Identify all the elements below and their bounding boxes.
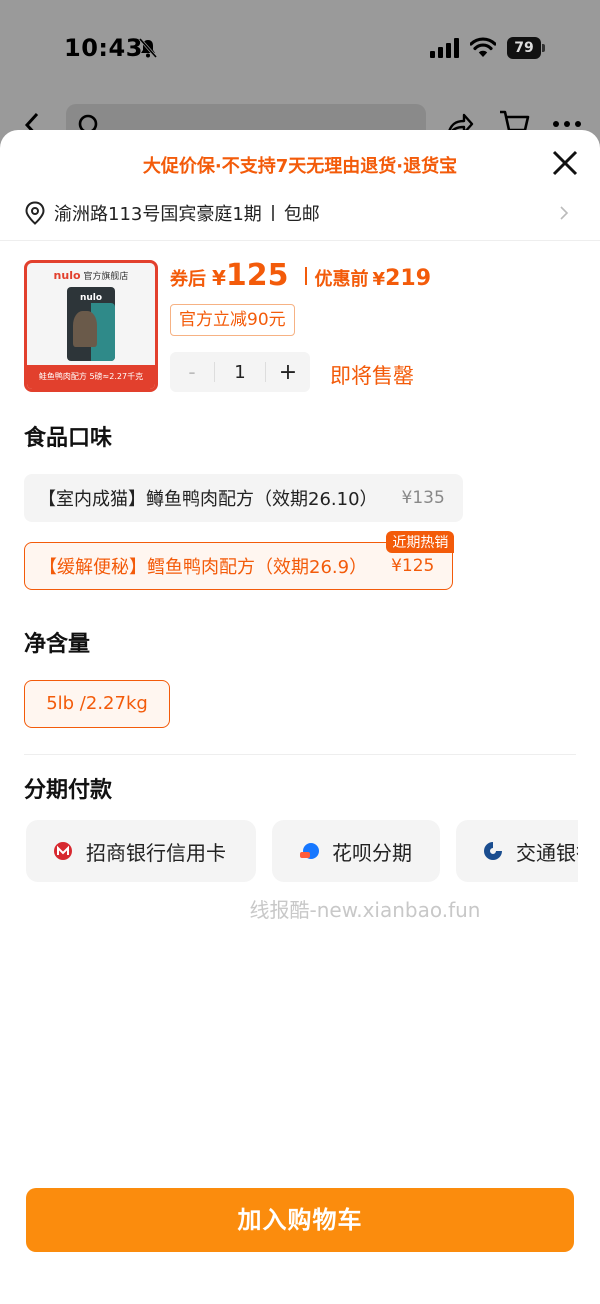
address-separator — [271, 205, 274, 221]
bell-muted-icon — [138, 38, 158, 58]
decrease-button[interactable]: - — [170, 360, 214, 384]
stock-status: 即将售罄 — [330, 364, 414, 388]
more-icon — [553, 121, 581, 127]
price-before-label: 优惠前 — [314, 269, 369, 290]
installment-section-title: 分期付款 — [24, 778, 113, 803]
flavor-option-selected[interactable]: 【缓解便秘】鳕鱼鸭肉配方（效期26.9） ¥125 近期热销 — [24, 531, 455, 590]
thumbnail-store: 官方旗舰店 — [83, 272, 129, 282]
status-time: 10:43 — [64, 34, 143, 62]
address-text: 渝洲路113号国宾豪庭1期 — [54, 204, 262, 225]
scroll-clip — [578, 820, 600, 882]
quantity-stepper: - 1 + — [170, 352, 310, 392]
flavor-option-price: ¥125 — [391, 556, 435, 576]
status-bar: 10:43 79 — [0, 0, 600, 100]
battery-level: 79 — [507, 37, 541, 59]
thumbnail-store-label: nulo 官方旗舰店 — [27, 269, 155, 282]
price-separator — [304, 266, 307, 285]
flavor-option-label: 【缓解便秘】鳕鱼鸭肉配方（效期26.9） — [39, 557, 368, 578]
shipping-label: 包邮 — [283, 204, 320, 225]
installment-option-huabei[interactable]: 花呗分期 — [272, 820, 440, 882]
price-row: 券后 ¥ 125 优惠前 ¥ 219 — [170, 258, 431, 293]
huabei-icon — [300, 843, 319, 859]
bag-cat-image — [73, 311, 97, 347]
divider — [24, 754, 576, 755]
product-thumbnail[interactable]: nulo 官方旗舰店 nulo 鲑鱼鸭肉配方 5磅≈2.27千克 — [24, 260, 158, 392]
product-bag-image: nulo — [67, 287, 115, 361]
bocom-bank-icon — [484, 842, 502, 860]
hot-sale-badge: 近期热销 — [386, 531, 455, 553]
battery-indicator: 79 — [507, 37, 547, 59]
price-before-currency: ¥ — [372, 269, 386, 290]
address-row[interactable]: 渝洲路113号国宾豪庭1期 包邮 — [24, 198, 576, 228]
installment-option-label: 招商银行信用卡 — [86, 840, 226, 865]
price-after-label: 券后 — [170, 269, 206, 290]
flavor-option-price: ¥135 — [401, 488, 445, 508]
close-icon[interactable] — [550, 148, 580, 178]
cmb-bank-icon — [54, 842, 72, 860]
add-to-cart-button[interactable]: 加入购物车 — [26, 1188, 574, 1252]
installment-option-cmb[interactable]: 招商银行信用卡 — [26, 820, 256, 882]
price-before-value: 219 — [385, 266, 432, 291]
chevron-right-icon — [560, 206, 569, 220]
weight-option-selected[interactable]: 5lb /2.27kg — [24, 680, 170, 728]
battery-tip — [542, 44, 545, 52]
quantity-value[interactable]: 1 — [215, 362, 265, 383]
cellular-signal-icon — [430, 38, 459, 58]
increase-button[interactable]: + — [266, 360, 310, 385]
price-after-value: 125 — [225, 258, 289, 293]
watermark: 线报酷-new.xianbao.fun — [249, 898, 481, 922]
flavor-section-title: 食品口味 — [24, 426, 113, 451]
price-after-currency: ¥ — [212, 266, 226, 290]
flavor-option[interactable]: 【室内成猫】鳟鱼鸭肉配方（效期26.10） ¥135 — [24, 474, 463, 522]
flavor-option-label: 【室内成猫】鳟鱼鸭肉配方（效期26.10） — [38, 489, 378, 510]
thumbnail-brand: nulo — [53, 269, 81, 282]
weight-section-title: 净含量 — [24, 632, 91, 657]
wifi-icon — [470, 37, 496, 57]
promo-notice: 大促价保·不支持7天无理由退货·退货宝 — [142, 156, 458, 177]
sku-selector-sheet: 大促价保·不支持7天无理由退货·退货宝 渝洲路113号国宾豪庭1期 包邮 nul… — [0, 130, 600, 1304]
discount-tag: 官方立减90元 — [170, 304, 295, 336]
location-pin-icon — [25, 201, 45, 225]
divider — [0, 240, 600, 241]
installment-option-label: 花呗分期 — [332, 840, 412, 865]
thumbnail-caption: 鲑鱼鸭肉配方 5磅≈2.27千克 — [27, 365, 155, 389]
bag-logo: nulo — [79, 293, 103, 303]
